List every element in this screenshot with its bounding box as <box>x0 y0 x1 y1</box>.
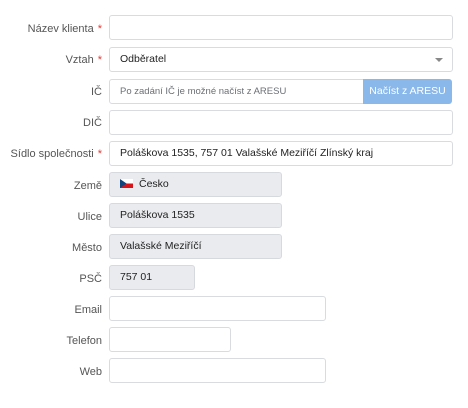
email-label: Email <box>74 304 102 316</box>
country-value: Česko <box>139 178 169 190</box>
zip-field: 757 01 <box>109 265 195 290</box>
chevron-down-icon <box>435 58 443 62</box>
seat-input[interactable]: Poláškova 1535, 757 01 Valašské Meziříčí… <box>109 141 453 166</box>
ic-label: IČ <box>91 86 102 98</box>
client-name-label: Název klienta * <box>27 23 102 35</box>
zip-label: PSČ <box>79 273 102 285</box>
phone-input[interactable] <box>109 327 231 352</box>
city-label: Město <box>72 242 102 254</box>
street-label: Ulice <box>77 211 102 223</box>
relation-label: Vztah * <box>65 54 102 66</box>
ic-input[interactable]: Po zadání IČ je možné načíst z ARESU <box>109 79 365 104</box>
street-field: Poláškova 1535 <box>109 203 282 228</box>
phone-label: Telefon <box>66 335 102 347</box>
required-star: * <box>97 23 102 35</box>
czech-flag-icon <box>120 179 133 188</box>
required-star: * <box>97 54 102 66</box>
relation-select[interactable]: Odběratel <box>109 47 453 72</box>
ic-placeholder: Po zadání IČ je možné načíst z ARESU <box>120 86 287 97</box>
city-field: Valašské Meziříčí <box>109 234 282 259</box>
load-from-ares-button[interactable]: Načíst z ARESU <box>363 79 452 104</box>
dic-label: DIČ <box>83 117 102 129</box>
dic-input[interactable] <box>109 110 453 135</box>
relation-selected-value: Odběratel <box>120 53 167 65</box>
country-label: Země <box>73 180 102 192</box>
seat-label: Sídlo společnosti * <box>10 148 102 160</box>
required-star: * <box>97 148 102 160</box>
web-label: Web <box>79 366 102 378</box>
country-field: Česko <box>109 172 282 197</box>
client-name-input[interactable] <box>109 15 453 40</box>
email-input[interactable] <box>109 296 326 321</box>
web-input[interactable] <box>109 358 326 383</box>
